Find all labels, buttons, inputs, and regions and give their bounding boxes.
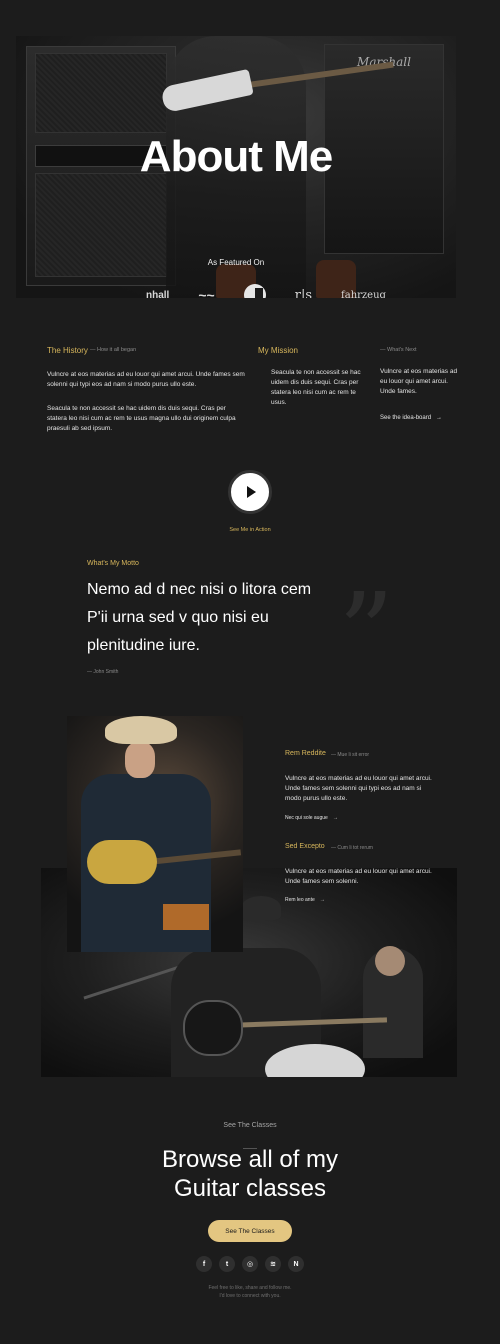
idea-board-link[interactable]: See the idea-board → [380, 415, 442, 421]
performer-face [125, 742, 155, 778]
guitarist-hat [241, 896, 281, 920]
featured-logo-5[interactable]: fahrzeug [341, 290, 386, 299]
classes-heading-line-2: Guitar classes [173, 1175, 327, 1202]
history-title: The History [47, 346, 88, 355]
napster-icon[interactable]: N [288, 1256, 304, 1272]
section-b-subtitle: — Cum li tot rerum [331, 845, 373, 851]
motto-line-3: plenitudine iure. [87, 637, 200, 654]
next-text: Vulncre at eos materias ad eu louor qui … [380, 368, 458, 396]
section-a-link-label[interactable]: Nec qui sole augue [285, 815, 328, 821]
page-title: About Me [139, 132, 333, 181]
mission-title: My Mission [258, 346, 299, 355]
play-video-button[interactable] [228, 470, 272, 514]
next-subtitle: — What's Next [380, 347, 417, 353]
footer-line-2: I'd love to connect with you. [219, 1293, 281, 1299]
featured-logos: nhall ~~ r|s fahrzeug [146, 284, 386, 298]
section-a-link[interactable]: Nec qui sole augue → [285, 815, 338, 821]
twitter-icon[interactable]: t [219, 1256, 235, 1272]
classes-heading-line-1: Browse all of my [161, 1146, 339, 1173]
arrow-right-icon: → [436, 415, 443, 421]
instagram-icon[interactable]: ◎ [242, 1256, 258, 1272]
quote-mark-icon: ” [338, 569, 395, 697]
history-paragraph-2: Seacula te non accessit se hac uidem dis… [47, 405, 236, 433]
motto-quote: Nemo ad d nec nisi o litora cem P'ii urn… [87, 576, 337, 660]
amp-grill [35, 53, 167, 133]
classes-heading: Browse all of my Guitar classes [0, 1145, 500, 1203]
spotify-icon[interactable]: ≋ [265, 1256, 281, 1272]
featured-on-label: As Featured On [207, 258, 265, 267]
history-subtitle: — How it all began [90, 347, 137, 353]
section-b-title: Sed Excepto [285, 843, 325, 850]
electric-guitar-body [87, 840, 157, 884]
arrow-right-icon: → [319, 897, 325, 903]
mission-text: Seacula te non accessit se hac uidem dis… [271, 369, 361, 407]
section-a-title: Rem Reddite [285, 750, 326, 757]
arrow-right-icon: → [332, 815, 338, 821]
motto-author: — John Smith [87, 669, 119, 675]
section-a-text: Vulncre at eos materias ad eu louor qui … [285, 775, 432, 803]
section-a-subtitle: — Mue li sit error [331, 752, 370, 758]
motto-line-2: P'ii urna sed v quo nisi eu [87, 609, 269, 626]
see-classes-button[interactable]: See The Classes [208, 1220, 292, 1242]
footer-line-1: Feel free to like, share and follow me. [208, 1285, 292, 1291]
facebook-icon[interactable]: f [196, 1256, 212, 1272]
classes-label: See The Classes [223, 1122, 277, 1129]
acoustic-guitar-body [183, 1000, 243, 1056]
classes-divider [0, 1136, 500, 1149]
guitarist-stage-photo [67, 716, 243, 952]
video-label[interactable]: See Me in Action [0, 527, 500, 533]
featured-logo-1[interactable]: nhall [146, 290, 169, 299]
featured-logo-3[interactable] [243, 284, 266, 298]
featured-logo-4[interactable]: r|s [295, 288, 312, 299]
idea-board-link-label[interactable]: See the idea-board [380, 415, 431, 421]
motto-label: What's My Motto [87, 560, 139, 567]
section-b-link[interactable]: Rem leo ante → [285, 897, 325, 903]
featured-logo-2[interactable]: ~~ [198, 287, 214, 298]
history-paragraph-1: Vulncre at eos materias ad eu louor qui … [47, 371, 245, 389]
social-links: f t ◎ ≋ N [196, 1256, 304, 1272]
section-b-text: Vulncre at eos materias ad eu louor qui … [285, 868, 432, 886]
performer-hat [105, 716, 177, 744]
motto-line-1: Nemo ad d nec nisi o litora cem [87, 581, 312, 598]
drummer-head [375, 946, 405, 976]
section-b-link-label[interactable]: Rem leo ante [285, 897, 315, 903]
hero-section: Marshall About Me As Featured On nhall ~… [16, 36, 456, 298]
stage-amp [163, 904, 209, 930]
footer-note: Feel free to like, share and follow me. … [0, 1284, 500, 1300]
